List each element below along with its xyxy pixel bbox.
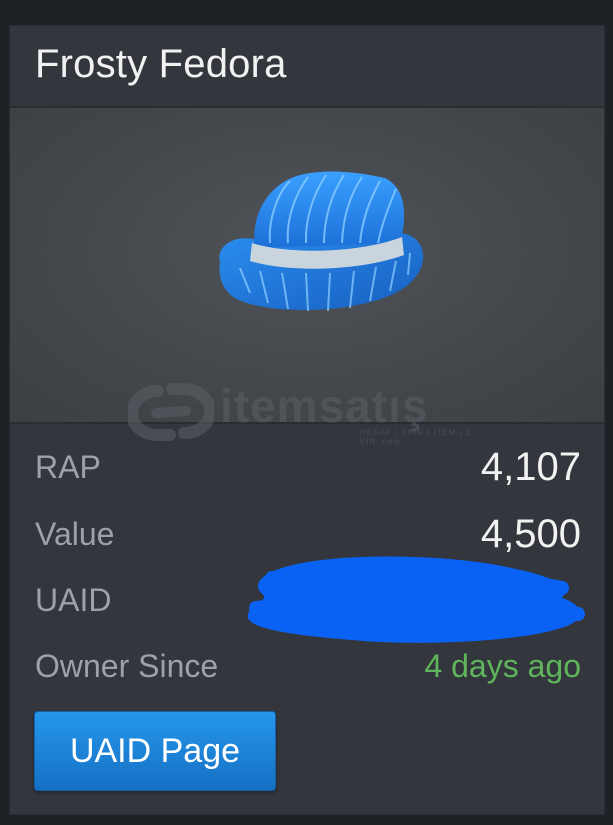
- owner-since-row: Owner Since 4 days ago: [35, 644, 581, 684]
- watermark-subtext: HESAP | SKIN | ITEM | E-PIN .com: [360, 428, 477, 446]
- watermark-text: itemsatış: [220, 380, 429, 432]
- value-row: Value 4,500: [35, 512, 581, 556]
- itemsatis-watermark: itemsatış HESAP | SKIN | ITEM | E-PIN .c…: [128, 380, 488, 446]
- rap-value: 4,107: [480, 445, 581, 489]
- item-title: Frosty Fedora: [35, 42, 287, 86]
- owner-since-value: 4 days ago: [424, 648, 581, 684]
- owner-since-label: Owner Since: [35, 648, 219, 684]
- rap-label: RAP: [35, 449, 101, 485]
- rap-row: RAP 4,107: [35, 445, 581, 489]
- item-thumbnail[interactable]: [10, 106, 604, 424]
- redaction-scribble: [247, 556, 585, 643]
- chain-link-icon: [128, 383, 214, 441]
- value-label: Value: [35, 516, 115, 552]
- uaid-label: UAID: [35, 582, 112, 618]
- fedora-hat-image: [219, 171, 424, 312]
- item-card: Frosty Fedora itemsatış HESAP | SKIN | I…: [9, 25, 605, 815]
- uaid-page-button[interactable]: UAID Page: [34, 711, 276, 791]
